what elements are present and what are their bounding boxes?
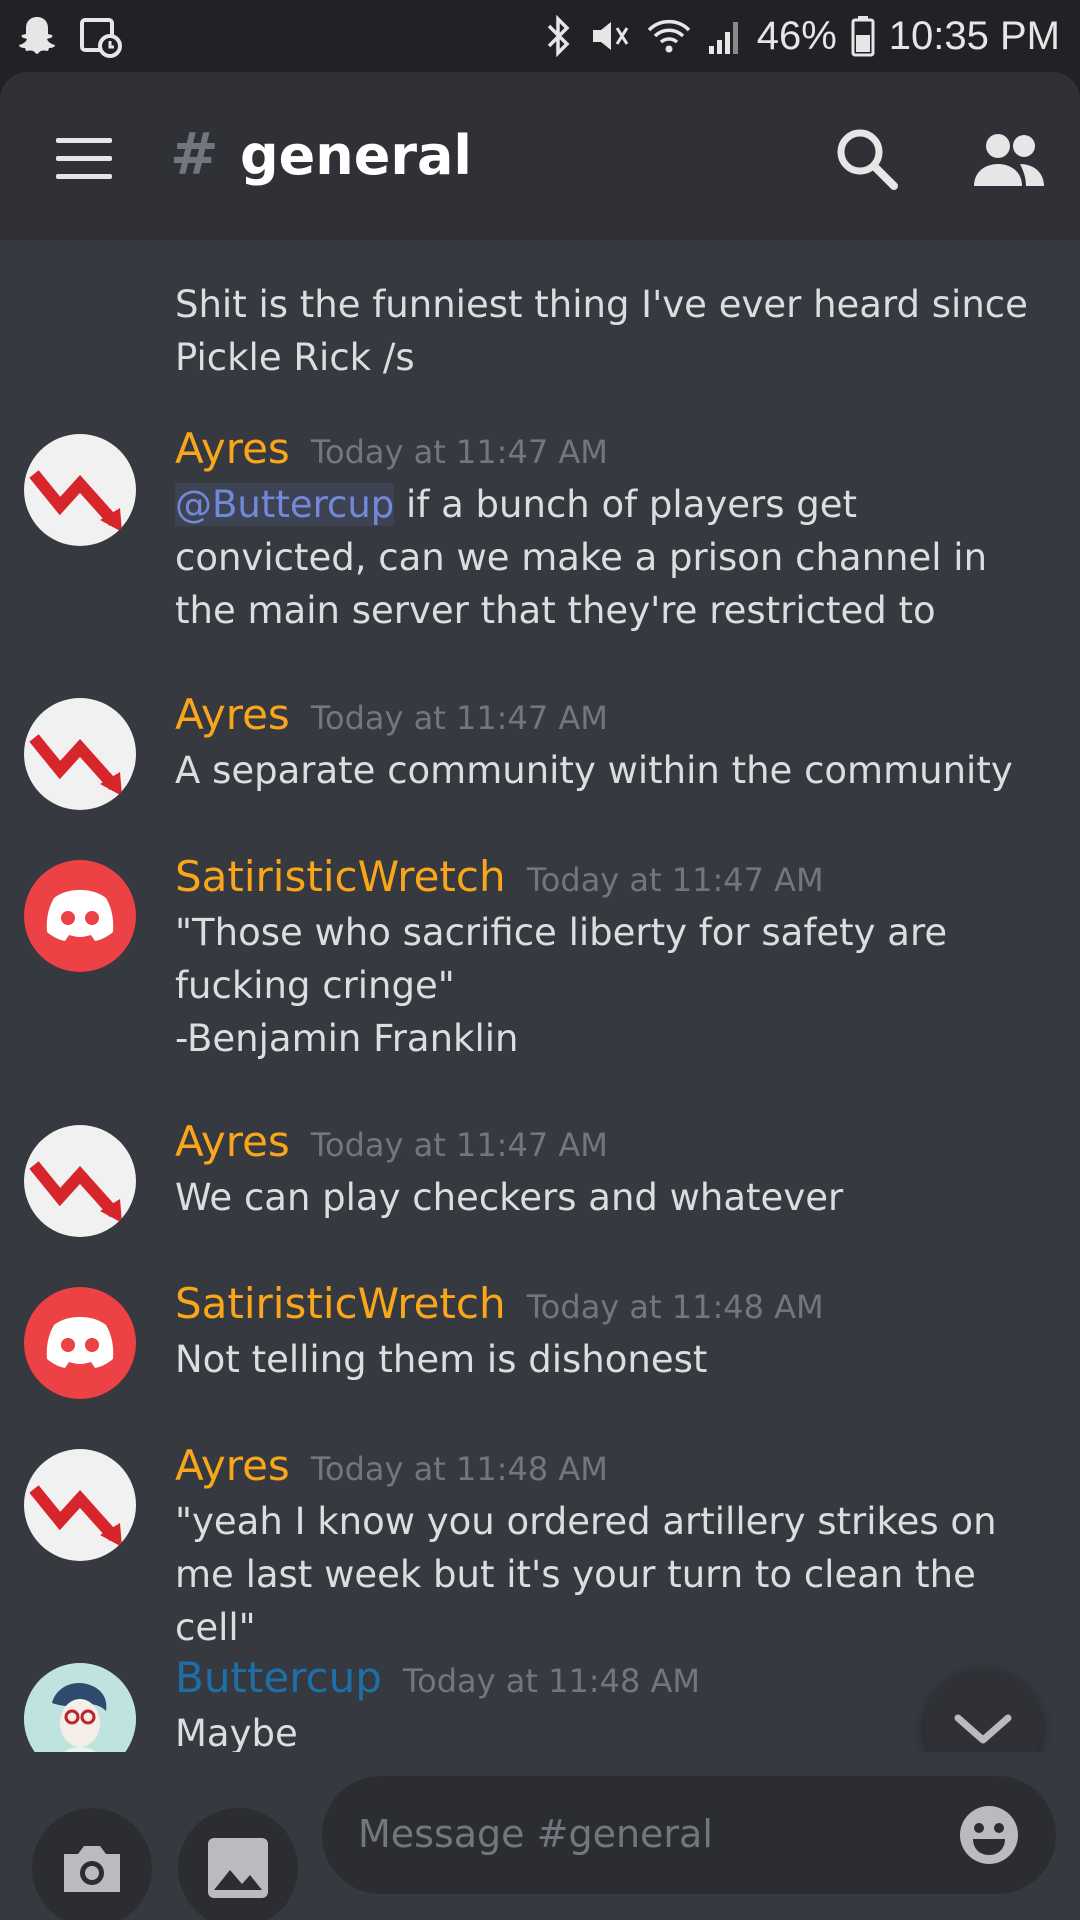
message-text: Maybe xyxy=(175,1712,298,1752)
message-text: Not telling them is dishonest xyxy=(175,1338,708,1381)
author-name[interactable]: Ayres xyxy=(175,1117,290,1166)
message-text: We can play checkers and whatever xyxy=(175,1176,844,1219)
message-header: SatiristicWretch Today at 11:47 AM xyxy=(175,852,824,901)
timestamp: Today at 11:48 AM xyxy=(310,1450,608,1488)
clock: 10:35 PM xyxy=(888,13,1060,58)
timestamp: Today at 11:47 AM xyxy=(310,1126,608,1164)
discord-logo-icon xyxy=(46,890,114,941)
camera-button[interactable] xyxy=(32,1808,152,1920)
author-name[interactable]: Ayres xyxy=(175,690,290,739)
snapchat-icon xyxy=(19,17,55,54)
stock-chart-down-icon xyxy=(29,470,122,532)
author-name[interactable]: Buttercup xyxy=(175,1653,382,1702)
avatar[interactable] xyxy=(24,1287,136,1399)
message-text: Shit is the funniest thing I've ever hea… xyxy=(175,283,1028,379)
timestamp: Today at 11:47 AM xyxy=(310,699,608,737)
message-text: @Buttercup if a bunch of players get con… xyxy=(175,478,1045,637)
emoji-icon[interactable] xyxy=(958,1804,1020,1866)
signal-icon xyxy=(708,22,738,54)
avatar[interactable] xyxy=(24,1449,136,1561)
stock-chart-down-icon xyxy=(29,1485,122,1547)
timestamp: Today at 11:48 AM xyxy=(526,1288,824,1326)
author-name[interactable]: Ayres xyxy=(175,424,290,473)
mention[interactable]: @Buttercup xyxy=(175,483,395,526)
message-header: Buttercup Today at 11:48 AM xyxy=(175,1653,700,1702)
timestamp: Today at 11:47 AM xyxy=(526,861,824,899)
message-text: "yeah I know you ordered artillery strik… xyxy=(175,1500,997,1649)
mute-icon xyxy=(592,22,628,50)
message-text: A separate community within the communit… xyxy=(175,749,1013,792)
discord-app: # general Shit is the funniest thing I'v… xyxy=(0,72,1080,1920)
channel-name: general xyxy=(240,124,472,187)
message-list[interactable]: Shit is the funniest thing I've ever hea… xyxy=(0,240,1080,1752)
screen-timer-icon xyxy=(80,18,122,58)
discord-logo-icon xyxy=(46,1317,114,1368)
message-header: Ayres Today at 11:47 AM xyxy=(175,690,608,739)
message-header: Ayres Today at 11:47 AM xyxy=(175,424,608,473)
message-input-placeholder: Message #general xyxy=(358,1812,713,1856)
gallery-button[interactable] xyxy=(178,1808,298,1920)
timestamp: Today at 11:48 AM xyxy=(403,1662,700,1700)
wifi-icon xyxy=(647,19,690,53)
members-icon[interactable] xyxy=(972,130,1046,190)
bluetooth-icon xyxy=(547,14,570,58)
menu-icon[interactable] xyxy=(56,138,112,179)
avatar[interactable] xyxy=(24,1125,136,1237)
avatar[interactable] xyxy=(24,1663,136,1752)
channel-hash-icon: # xyxy=(170,120,219,188)
message-input[interactable]: Message #general xyxy=(322,1776,1056,1894)
status-bar: 46% 10:35 PM xyxy=(0,0,1080,72)
message-header: Ayres Today at 11:48 AM xyxy=(175,1441,608,1490)
author-name[interactable]: Ayres xyxy=(175,1441,290,1490)
avatar[interactable] xyxy=(24,434,136,546)
stock-chart-down-icon xyxy=(29,734,122,796)
timestamp: Today at 11:47 AM xyxy=(310,433,608,471)
camera-icon xyxy=(64,1846,120,1892)
author-name[interactable]: SatiristicWretch xyxy=(175,1279,506,1328)
avatar[interactable] xyxy=(24,698,136,810)
image-icon xyxy=(208,1838,268,1898)
avatar[interactable] xyxy=(24,860,136,972)
battery-icon xyxy=(851,16,875,57)
battery-percent: 46% xyxy=(756,13,837,58)
anime-character-avatar-icon xyxy=(24,1663,136,1752)
message-header: SatiristicWretch Today at 11:48 AM xyxy=(175,1279,824,1328)
channel-header: # general xyxy=(0,72,1080,240)
stock-chart-down-icon xyxy=(29,1161,122,1223)
message-header: Ayres Today at 11:47 AM xyxy=(175,1117,608,1166)
author-name[interactable]: SatiristicWretch xyxy=(175,852,506,901)
search-icon[interactable] xyxy=(832,124,902,194)
message-text: "Those who sacrifice liberty for safety … xyxy=(175,911,948,1060)
